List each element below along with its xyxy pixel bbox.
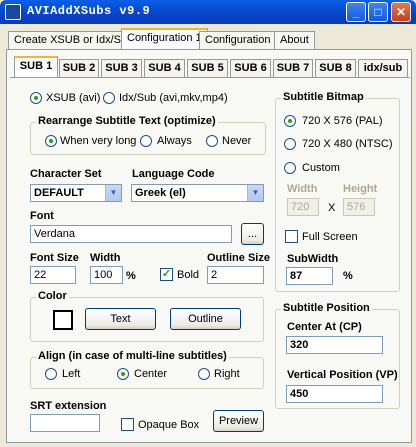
pal-label: 720 X 576 (PAL) [302,115,383,127]
font-label: Font [30,210,54,222]
minimize-button[interactable]: _ [346,2,366,22]
custom-label: Custom [302,162,340,174]
center-at-label: Center At (CP) [287,321,362,333]
center-at-field[interactable]: 320 [286,336,383,354]
color-title: Color [36,290,69,302]
font-size-label: Font Size [30,252,79,264]
bitmap-width-label: Width [287,183,318,195]
title-bar: AVIAddXSubs v9.9 _ □ ✕ [0,0,416,24]
bitmap-width-field[interactable]: 720 [287,198,319,216]
maximize-button[interactable]: □ [368,2,388,22]
text-color-button[interactable]: Text [85,308,156,330]
app-window: AVIAddXSubs v9.9 _ □ ✕ Create XSUB or Id… [0,0,416,447]
xsub-label: XSUB (avi) [46,92,101,104]
align-right-label: Right [214,368,240,380]
align-title: Align (in case of multi-line subtitles) [36,350,229,362]
full-screen-checkbox[interactable] [285,230,298,243]
font-browse-button[interactable]: ... [241,223,264,245]
language-value: Greek (el) [135,187,186,199]
pal-radio[interactable] [284,115,296,127]
font-size-field[interactable]: 22 [30,266,76,284]
subtab-sub4[interactable]: SUB 4 [144,59,185,77]
subtab-sub2[interactable]: SUB 2 [59,59,99,77]
width-label: Width [90,252,121,264]
bitmap-height-label: Height [343,183,378,195]
font-field[interactable]: Verdana [30,225,232,243]
preview-button[interactable]: Preview [213,410,264,432]
chevron-down-icon: ▼ [105,185,121,201]
align-center-radio[interactable] [117,368,129,380]
idxsub-radio[interactable] [103,92,115,104]
app-icon [5,4,21,20]
align-left-label: Left [62,368,81,380]
rearrange-always-radio[interactable] [140,135,152,147]
bitmap-height-field[interactable]: 576 [343,198,375,216]
charset-select[interactable]: DEFAULT ▼ [30,184,122,202]
outline-color-button[interactable]: Outline [170,308,241,330]
srt-extension-field[interactable] [30,414,100,432]
tab-about[interactable]: About [274,31,315,49]
subtab-divider [10,77,410,78]
subtab-sub8[interactable]: SUB 8 [315,59,356,77]
xsub-radio[interactable] [30,92,42,104]
color-swatch[interactable] [53,310,73,330]
bitmap-x-label: X [328,202,336,214]
rearrange-title: Rearrange Subtitle Text (optimize) [36,115,218,127]
subtab-idx-sub[interactable]: idx/sub [358,59,408,77]
subwidth-unit: % [343,270,353,282]
rearrange-never-label: Never [222,135,252,147]
width-unit: % [126,270,136,282]
window-title: AVIAddXSubs v9.9 [27,4,151,18]
tab-create-xsub[interactable]: Create XSUB or Idx/Sub [8,31,140,49]
subtab-sub3[interactable]: SUB 3 [101,59,142,77]
subwidth-label: SubWidth [287,253,339,265]
rearrange-when-long-label: When very long [60,135,137,147]
chevron-down-icon: ▼ [247,185,263,201]
subtab-sub1[interactable]: SUB 1 [14,56,58,77]
tab-configuration-2[interactable]: Configuration 2 [199,31,286,49]
opaque-box-checkbox[interactable] [121,418,134,431]
rearrange-never-radio[interactable] [206,135,218,147]
srt-extension-label: SRT extension [30,400,107,412]
subtab-sub6[interactable]: SUB 6 [230,59,271,77]
charset-label: Character Set [30,168,102,180]
vertical-position-label: Vertical Position (VP) [287,369,398,381]
tab-configuration-1[interactable]: Configuration 1 [121,28,208,49]
close-button[interactable]: ✕ [391,2,411,22]
subtab-sub5[interactable]: SUB 5 [187,59,228,77]
bitmap-title: Subtitle Bitmap [281,91,366,103]
outline-size-label: Outline Size [207,252,270,264]
full-screen-label: Full Screen [302,231,358,243]
position-title: Subtitle Position [281,302,372,314]
width-field[interactable]: 100 [90,266,123,284]
language-select[interactable]: Greek (el) ▼ [131,184,264,202]
subtab-sub7[interactable]: SUB 7 [273,59,313,77]
rearrange-always-label: Always [157,135,192,147]
align-center-label: Center [134,368,168,380]
idxsub-label: Idx/Sub (avi,mkv,mp4) [119,92,228,104]
align-left-radio[interactable] [45,368,57,380]
align-right-radio[interactable] [198,368,210,380]
subwidth-field[interactable]: 87 [286,267,333,285]
language-label: Language Code [132,168,215,180]
bold-checkbox[interactable]: ✓ [160,268,173,281]
outline-size-field[interactable]: 2 [207,266,264,284]
bold-label: Bold [177,269,200,281]
opaque-box-label: Opaque Box [138,419,200,431]
ntsc-radio[interactable] [284,138,296,150]
charset-value: DEFAULT [34,187,84,199]
ntsc-label: 720 X 480 (NTSC) [302,138,393,150]
custom-radio[interactable] [284,162,296,174]
vertical-position-field[interactable]: 450 [286,385,383,403]
rearrange-when-long-radio[interactable] [45,135,57,147]
